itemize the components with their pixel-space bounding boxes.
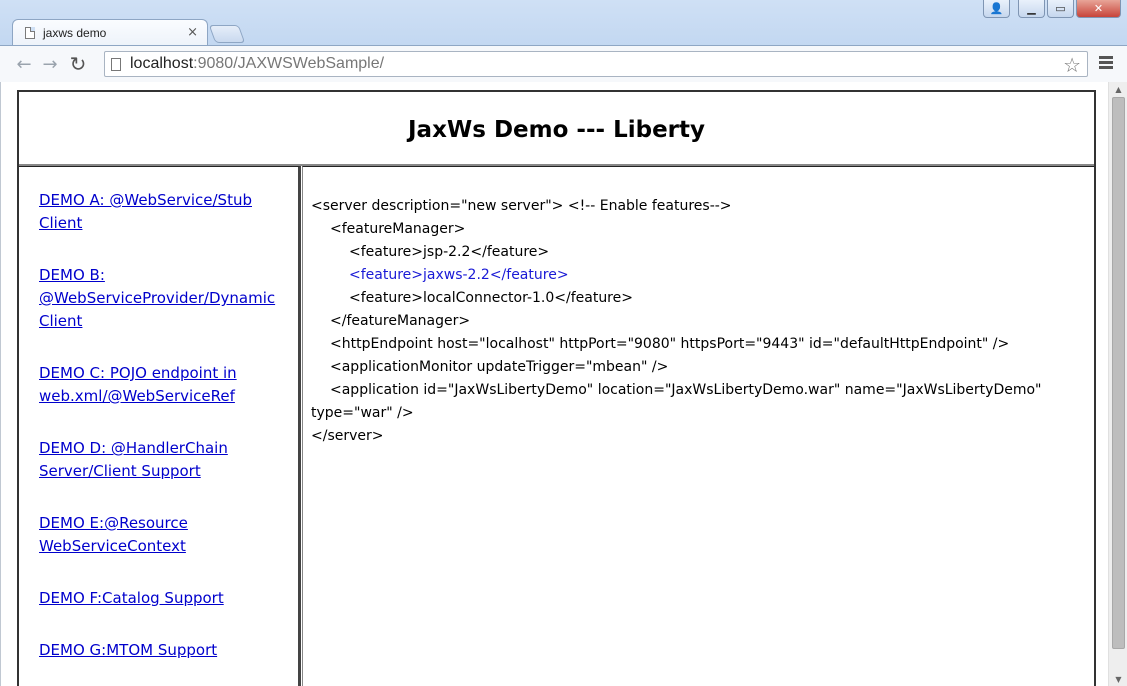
demo-link[interactable]: DEMO B: @WebServiceProvider/Dynamic Clie… xyxy=(39,266,275,330)
demo-link[interactable]: DEMO F:Catalog Support xyxy=(39,589,224,607)
xml-line: <httpEndpoint host="localhost" httpPort=… xyxy=(330,336,1010,352)
xml-line: <featureManager> xyxy=(330,221,466,237)
xml-line: <feature>jaxws-2.2</feature> xyxy=(349,267,569,283)
reload-icon[interactable]: ↻ xyxy=(65,51,91,77)
content-frame: <server description="new server"> <!-- E… xyxy=(302,166,1094,686)
demo-link[interactable]: DEMO A: @WebService/Stub Client xyxy=(39,191,252,232)
browser-chrome: jaxws demo × 👤 ▁ ▭ ✕ ← → ↻ localhost:908… xyxy=(0,0,1127,82)
demo-list-item: DEMO C: POJO endpoint in web.xml/@WebSer… xyxy=(39,362,289,408)
address-bar[interactable]: localhost:9080/JAXWSWebSample/ ☆ xyxy=(104,51,1088,77)
demo-list-item: DEMO D: @HandlerChain Server/Client Supp… xyxy=(39,437,289,483)
demo-list-item: DEMO A: @WebService/Stub Client xyxy=(39,189,289,235)
hamburger-menu-icon[interactable] xyxy=(1099,56,1113,69)
demo-link-list: DEMO A: @WebService/Stub Client DEMO B: @… xyxy=(19,167,298,662)
bookmark-star-icon[interactable]: ☆ xyxy=(1063,53,1081,77)
server-xml-listing: <server description="new server"> <!-- E… xyxy=(303,167,1094,448)
demo-link[interactable]: DEMO D: @HandlerChain Server/Client Supp… xyxy=(39,439,228,480)
frameset: JaxWs Demo --- Liberty DEMO A: @WebServi… xyxy=(17,90,1096,686)
tab-close-icon[interactable]: × xyxy=(187,25,198,40)
vertical-scrollbar[interactable]: ▲ ▼ xyxy=(1108,82,1127,686)
page-title: JaxWs Demo --- Liberty xyxy=(407,117,706,143)
demo-list-item: DEMO F:Catalog Support xyxy=(39,587,289,610)
demo-list-item: DEMO G:MTOM Support xyxy=(39,639,289,662)
browser-tab[interactable]: jaxws demo × xyxy=(12,19,208,45)
scrollbar-thumb[interactable] xyxy=(1112,97,1125,649)
page-viewport: JaxWs Demo --- Liberty DEMO A: @WebServi… xyxy=(0,82,1127,686)
demo-link[interactable]: DEMO G:MTOM Support xyxy=(39,641,217,659)
xml-line: <applicationMonitor updateTrigger="mbean… xyxy=(330,359,669,375)
back-arrow-icon[interactable]: ← xyxy=(11,51,37,77)
xml-line: <server description="new server"> <!-- E… xyxy=(311,198,732,214)
scroll-up-arrow-icon[interactable]: ▲ xyxy=(1109,82,1127,96)
xml-line: <feature>jsp-2.2</feature> xyxy=(349,244,550,260)
xml-line: type="war" /> xyxy=(311,405,414,421)
demo-link[interactable]: DEMO E:@Resource WebServiceContext xyxy=(39,514,188,555)
header-frame: JaxWs Demo --- Liberty xyxy=(19,92,1094,166)
xml-line: <application id="JaxWsLibertyDemo" locat… xyxy=(330,382,1042,398)
user-icon[interactable]: 👤 xyxy=(983,0,1010,18)
page-icon xyxy=(111,57,121,71)
demo-list-item: DEMO B: @WebServiceProvider/Dynamic Clie… xyxy=(39,264,289,333)
xml-line: <feature>localConnector-1.0</feature> xyxy=(349,290,633,306)
maximize-button[interactable]: ▭ xyxy=(1047,0,1074,18)
demo-link[interactable]: DEMO C: POJO endpoint in web.xml/@WebSer… xyxy=(39,364,237,405)
tab-title: jaxws demo xyxy=(43,25,107,40)
close-window-button[interactable]: ✕ xyxy=(1076,0,1121,18)
minimize-button[interactable]: ▁ xyxy=(1018,0,1045,18)
new-tab-button[interactable] xyxy=(208,25,246,43)
xml-line: </server> xyxy=(311,428,384,444)
url-text[interactable]: localhost:9080/JAXWSWebSample/ xyxy=(130,55,384,73)
forward-arrow-icon[interactable]: → xyxy=(37,51,63,77)
page-icon xyxy=(25,26,35,39)
scroll-down-arrow-icon[interactable]: ▼ xyxy=(1109,672,1127,686)
demo-list-item: DEMO E:@Resource WebServiceContext xyxy=(39,512,289,558)
navigation-frame: DEMO A: @WebService/Stub Client DEMO B: @… xyxy=(19,166,301,686)
browser-toolbar: ← → ↻ localhost:9080/JAXWSWebSample/ ☆ xyxy=(0,45,1127,82)
window-controls: 👤 ▁ ▭ ✕ xyxy=(983,0,1121,18)
xml-line: </featureManager> xyxy=(330,313,471,329)
